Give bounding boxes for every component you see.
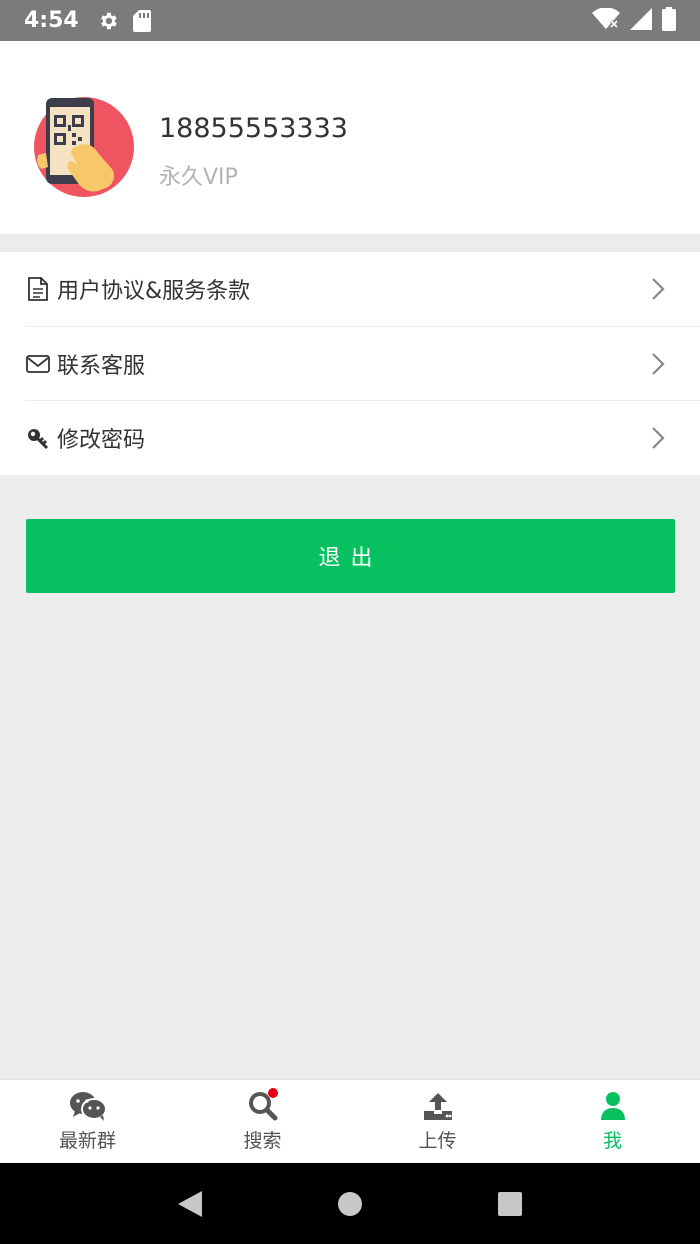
tab-label: 搜索 — [243, 1130, 282, 1152]
chevron-right-icon — [644, 276, 670, 302]
status-bar: 4:54 — [0, 0, 700, 41]
battery-icon — [662, 6, 676, 35]
upload-icon — [418, 1090, 458, 1122]
menu-item-user-agreement[interactable]: 用户协议&服务条款 — [25, 252, 700, 326]
search-icon — [243, 1088, 283, 1122]
tab-label: 上传 — [418, 1130, 457, 1152]
home-icon[interactable] — [330, 1184, 370, 1224]
tab-search[interactable]: 搜索 — [175, 1080, 350, 1163]
logout-button[interactable]: 退出 — [26, 519, 675, 593]
tab-label: 最新群 — [58, 1130, 116, 1152]
status-time: 4:54 — [24, 8, 79, 33]
user-phone: 18855553333 — [159, 113, 348, 144]
menu-item-label: 联系客服 — [57, 353, 146, 379]
tab-me[interactable]: 我 — [525, 1080, 700, 1163]
mail-icon — [25, 351, 51, 377]
signal-icon — [630, 7, 652, 34]
menu-item-contact-support[interactable]: 联系客服 — [25, 326, 700, 400]
tab-latest-groups[interactable]: 最新群 — [0, 1080, 175, 1163]
wechat-icon — [68, 1090, 108, 1122]
key-icon — [25, 425, 51, 451]
back-icon[interactable] — [170, 1184, 210, 1224]
profile-header: 18855553333 永久VIP — [0, 41, 700, 234]
user-icon — [593, 1090, 633, 1122]
chevron-right-icon — [644, 351, 670, 377]
menu-item-label: 修改密码 — [57, 427, 146, 453]
tab-upload[interactable]: 上传 — [350, 1080, 525, 1163]
wifi-icon — [592, 6, 620, 34]
settings-icon — [97, 10, 119, 32]
document-icon — [25, 276, 51, 302]
menu-item-label: 用户协议&服务条款 — [57, 279, 251, 304]
settings-menu: 用户协议&服务条款 联系客服 修改密码 — [0, 252, 700, 475]
bottom-tab-bar: 最新群 搜索 上传 我 — [0, 1079, 700, 1163]
chevron-right-icon — [644, 425, 670, 451]
tab-label: 我 — [602, 1130, 622, 1152]
avatar[interactable] — [32, 95, 136, 199]
menu-item-change-password[interactable]: 修改密码 — [25, 400, 700, 474]
membership-status: 永久VIP — [159, 165, 238, 190]
system-nav-bar — [0, 1163, 700, 1244]
sd-card-icon — [132, 9, 151, 32]
notification-badge — [267, 1088, 278, 1098]
recents-icon[interactable] — [490, 1184, 530, 1224]
